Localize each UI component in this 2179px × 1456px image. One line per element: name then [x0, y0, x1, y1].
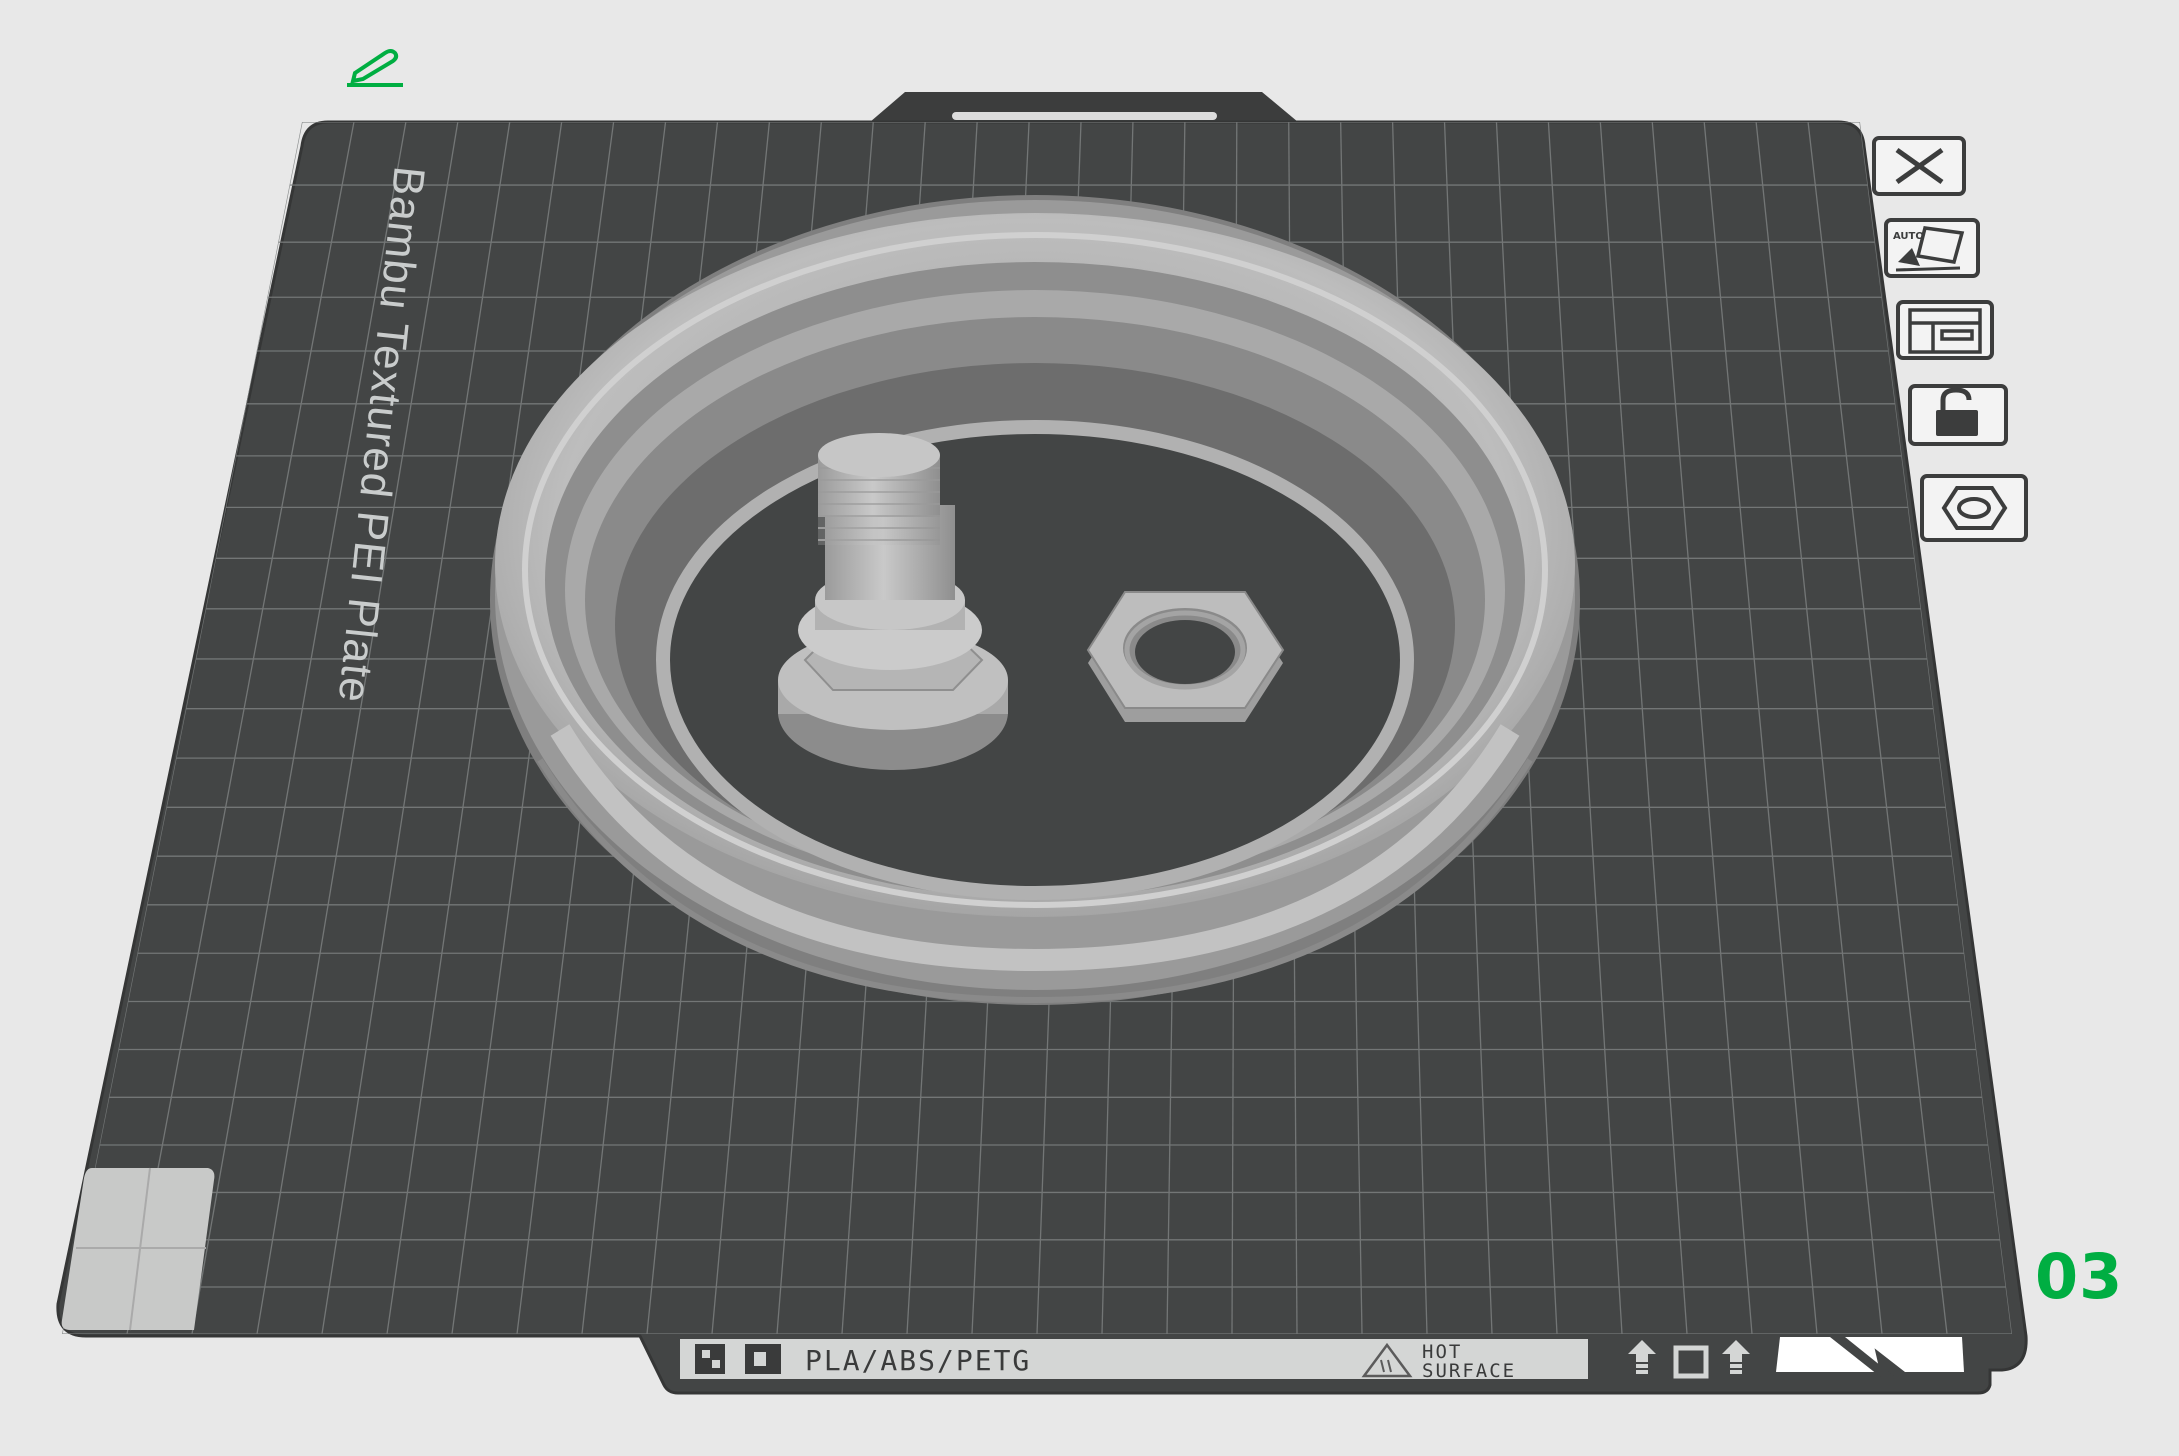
lock-button[interactable]: [1908, 384, 2008, 446]
plate-number: 03: [2035, 1240, 2124, 1313]
surface-warning: SURFACE: [1422, 1360, 1516, 1382]
arrange-button[interactable]: [1896, 300, 1994, 360]
edit-plate-name-icon[interactable]: [345, 45, 405, 90]
nut-model[interactable]: [1086, 591, 1285, 722]
plate-label-strip: PLA/ABS/PETG HOT SURFACE: [680, 1339, 1588, 1382]
3d-viewport[interactable]: Bambu Textured PEI Plate PLA/ABS/PETG HO…: [0, 0, 2179, 1452]
auto-orient-button[interactable]: AUTO: [1884, 218, 1980, 278]
svg-text:AUTO: AUTO: [1893, 231, 1924, 242]
material-label: PLA/ABS/PETG: [805, 1344, 1031, 1377]
delete-plate-button[interactable]: [1872, 136, 1966, 196]
model-objects[interactable]: [490, 195, 1580, 1005]
plate-settings-button[interactable]: [1920, 474, 2028, 542]
